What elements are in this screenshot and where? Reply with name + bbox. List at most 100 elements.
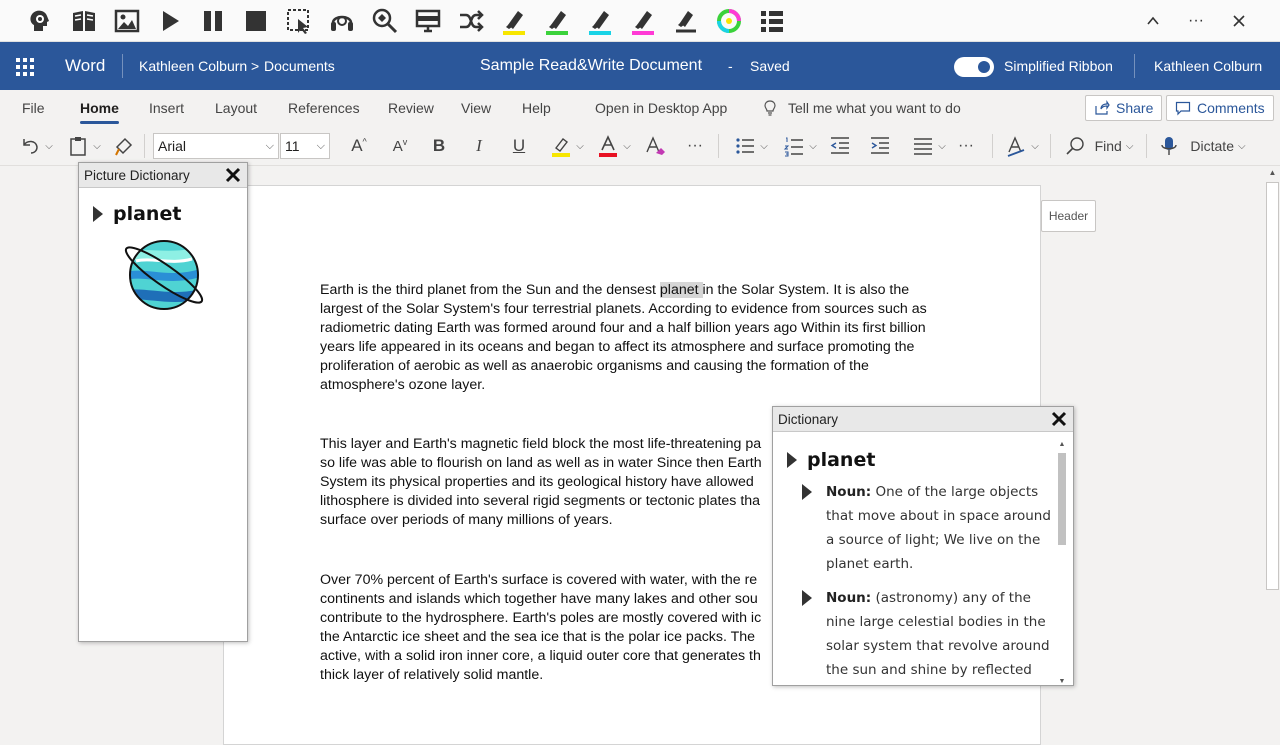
tab-view[interactable]: View — [461, 90, 491, 126]
font-name-value: Arial — [158, 138, 187, 154]
picture-dictionary-word: planet — [113, 203, 182, 225]
comments-label: Comments — [1197, 100, 1265, 116]
account-name[interactable]: Kathleen Colburn — [1154, 42, 1262, 90]
definition-2-pos: Noun: — [826, 590, 872, 606]
dictionary-scrollbar[interactable]: ▲ ▼ — [1057, 441, 1067, 685]
paragraph-3[interactable]: Over 70% percent of Earth's surface is c… — [320, 571, 780, 685]
decrease-indent-icon — [830, 137, 849, 154]
clear-highlights-icon[interactable] — [670, 5, 702, 37]
picture-dictionary-title-bar[interactable]: Picture Dictionary — [79, 163, 247, 188]
collapse-toolbar-button[interactable] — [1133, 6, 1173, 36]
translator-icon[interactable] — [455, 5, 487, 37]
pause-icon[interactable] — [197, 5, 229, 37]
vocabulary-icon[interactable] — [369, 5, 401, 37]
align-button[interactable]: ⌵ — [909, 132, 949, 160]
header-tag[interactable]: Header — [1041, 200, 1096, 232]
grow-font-button[interactable]: A^ — [346, 132, 372, 160]
app-launcher-icon[interactable] — [16, 58, 34, 76]
breadcrumb-chevron-icon: > — [251, 58, 260, 74]
collect-highlights-icon[interactable] — [756, 5, 788, 37]
scroll-up-icon[interactable]: ▲ — [1057, 441, 1067, 448]
undo-icon — [23, 139, 38, 154]
underline-button[interactable]: U — [508, 132, 530, 160]
decrease-indent-button[interactable] — [829, 132, 851, 160]
highlight-pink-icon[interactable] — [627, 5, 659, 37]
share-button[interactable]: Share — [1085, 95, 1163, 121]
clear-formatting-button[interactable] — [644, 132, 666, 160]
numbering-button[interactable]: ⌵ — [780, 132, 820, 160]
more-paragraph-options-button[interactable]: ··· — [954, 132, 978, 160]
tell-me-search[interactable]: Tell me what you want to do — [762, 90, 961, 126]
more-options-button[interactable]: ··· — [1176, 6, 1216, 36]
highlight-cyan-icon[interactable] — [584, 5, 616, 37]
speak-head-icon[interactable] — [24, 5, 56, 37]
play-definition-icon[interactable] — [802, 590, 812, 606]
dictionary-book-icon[interactable] — [68, 5, 100, 37]
breadcrumb-folder[interactable]: Documents — [264, 42, 335, 90]
check-it-icon[interactable] — [713, 5, 745, 37]
styles-button[interactable]: ⌵ — [1004, 132, 1040, 160]
play-word-icon[interactable] — [93, 206, 103, 222]
simplified-ribbon-toggle[interactable] — [954, 57, 994, 77]
screenshot-reader-icon[interactable] — [283, 5, 315, 37]
close-icon[interactable] — [223, 165, 243, 185]
chevron-down-icon: ⌵ — [316, 140, 325, 152]
ellipsis-icon: ··· — [958, 137, 974, 154]
comments-button[interactable]: Comments — [1166, 95, 1274, 121]
audio-maker-icon[interactable] — [326, 5, 358, 37]
open-desktop-app-link[interactable]: Open in Desktop App — [595, 90, 727, 126]
highlight-green-icon[interactable] — [541, 5, 573, 37]
picture-dictionary-icon[interactable] — [111, 5, 143, 37]
scrollbar-thumb[interactable] — [1266, 182, 1279, 590]
tab-references[interactable]: References — [288, 90, 360, 126]
play-word-icon[interactable] — [787, 452, 797, 468]
paragraph-2[interactable]: This layer and Earth's magnetic field bl… — [320, 435, 780, 530]
close-toolbar-button[interactable] — [1219, 6, 1259, 36]
definition-2[interactable]: Noun: (astronomy) any of the nine large … — [802, 586, 1062, 682]
definition-1[interactable]: Noun: One of the large objects that move… — [802, 480, 1062, 576]
app-name[interactable]: Word — [65, 42, 105, 90]
dictionary-word-row[interactable]: planet — [787, 449, 875, 471]
more-font-options-button[interactable]: ··· — [683, 132, 707, 160]
clipboard-icon — [70, 137, 86, 156]
play-definition-icon[interactable] — [802, 484, 812, 500]
find-button[interactable]: Find ⌵ — [1060, 132, 1138, 160]
highlight-color-button[interactable]: ⌵ — [548, 132, 586, 160]
tab-help[interactable]: Help — [522, 90, 551, 126]
increase-indent-button[interactable] — [869, 132, 891, 160]
font-color-button[interactable]: ⌵ — [595, 132, 633, 160]
dictionary-title-bar[interactable]: Dictionary — [773, 407, 1073, 432]
undo-button[interactable]: ⌵ — [16, 132, 56, 160]
paste-button[interactable]: ⌵ — [64, 132, 104, 160]
bold-button[interactable]: B — [428, 132, 450, 160]
format-painter-button[interactable] — [112, 132, 136, 160]
scroll-up-icon[interactable]: ▲ — [1265, 168, 1280, 177]
font-name-dropdown[interactable]: Arial ⌵ — [153, 133, 279, 159]
play-icon[interactable] — [154, 5, 186, 37]
screen-mask-icon[interactable] — [412, 5, 444, 37]
tab-file[interactable]: File — [22, 90, 45, 126]
comment-icon — [1175, 101, 1191, 116]
tab-review[interactable]: Review — [388, 90, 434, 126]
close-icon[interactable] — [1049, 409, 1069, 429]
font-size-dropdown[interactable]: 11 ⌵ — [280, 133, 330, 159]
highlight-yellow-icon[interactable] — [498, 5, 530, 37]
tab-insert[interactable]: Insert — [149, 90, 184, 126]
picture-dictionary-word-row[interactable]: planet — [93, 203, 181, 225]
stop-icon[interactable] — [240, 5, 272, 37]
scroll-down-icon[interactable]: ▼ — [1057, 678, 1067, 685]
share-icon — [1095, 100, 1110, 115]
dictate-button[interactable]: Dictate ⌵ — [1154, 132, 1250, 160]
selected-word[interactable]: planet — [659, 282, 703, 298]
italic-button[interactable]: I — [468, 132, 490, 160]
close-icon — [1233, 15, 1245, 27]
document-scrollbar[interactable]: ▲ — [1265, 166, 1280, 720]
breadcrumb-user[interactable]: Kathleen Colburn — [139, 42, 247, 90]
tab-layout[interactable]: Layout — [215, 90, 257, 126]
bullets-button[interactable]: ⌵ — [731, 132, 771, 160]
paragraph-1[interactable]: Earth is the third planet from the Sun a… — [320, 281, 944, 395]
shrink-font-button[interactable]: Av — [387, 132, 413, 160]
dictionary-scrollbar-thumb[interactable] — [1058, 453, 1066, 545]
tab-home[interactable]: Home — [80, 90, 119, 126]
document-title[interactable]: Sample Read&Write Document — [480, 42, 702, 90]
